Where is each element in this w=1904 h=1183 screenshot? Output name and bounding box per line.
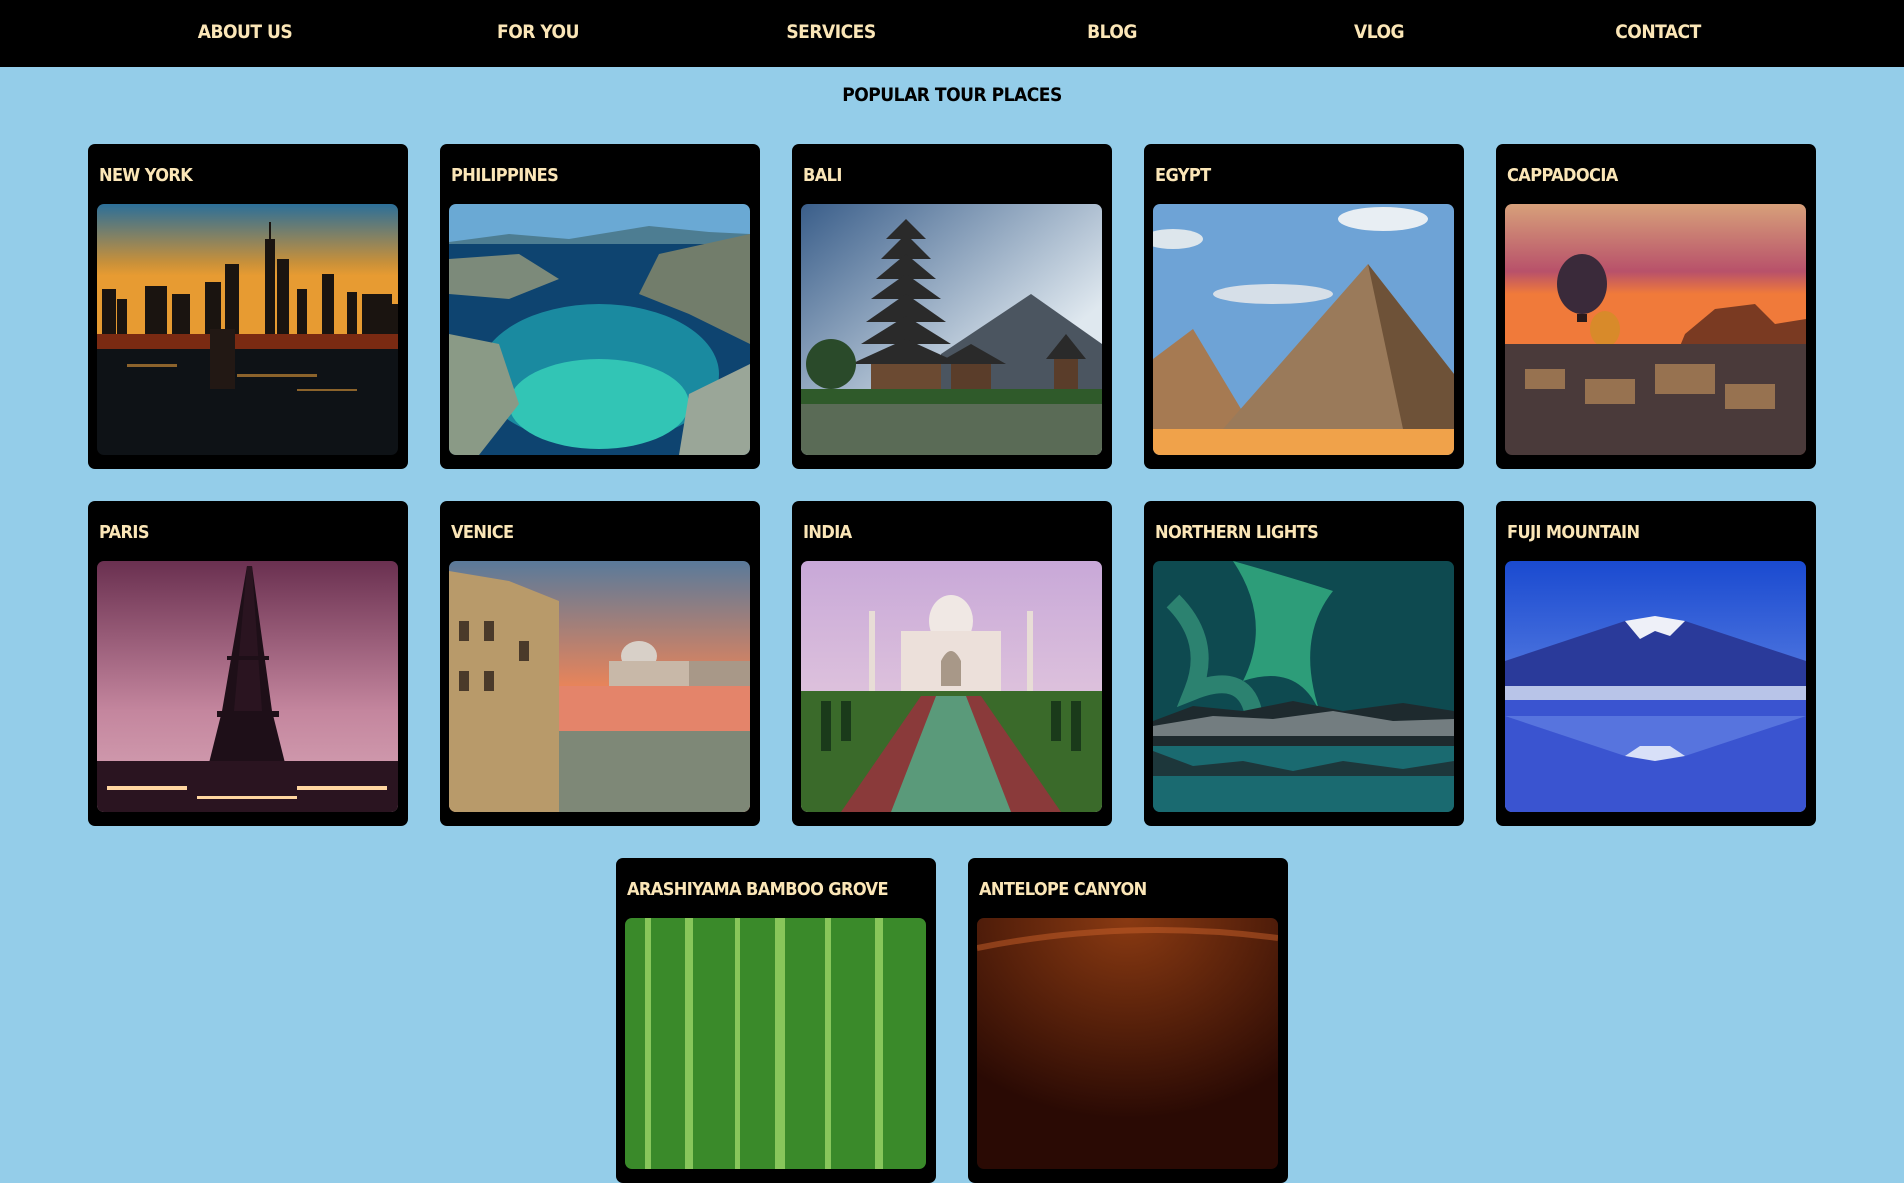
card-title: INDIA xyxy=(803,522,852,543)
antelope-canyon-image xyxy=(977,918,1278,1169)
tour-card-paris[interactable]: PARIS xyxy=(88,501,408,826)
tour-card-venice[interactable]: VENICE xyxy=(440,501,760,826)
nav-about-us[interactable]: ABOUT US xyxy=(198,21,293,43)
egypt-pyramids-image xyxy=(1153,204,1454,455)
card-title: ANTELOPE CANYON xyxy=(979,879,1147,900)
nav-vlog[interactable]: VLOG xyxy=(1354,21,1405,43)
tour-card-bali[interactable]: BALI xyxy=(792,144,1112,469)
tour-card-arashiyama-bamboo-grove[interactable]: ARASHIYAMA BAMBOO GROVE xyxy=(616,858,936,1183)
card-title: PHILIPPINES xyxy=(451,165,559,186)
nav-contact[interactable]: CONTACT xyxy=(1615,21,1701,43)
tour-card-india[interactable]: INDIA xyxy=(792,501,1112,826)
nav-blog[interactable]: BLOG xyxy=(1087,21,1137,43)
nav-services[interactable]: SERVICES xyxy=(786,21,876,43)
mount-fuji-image xyxy=(1505,561,1806,812)
paris-eiffel-tower-image xyxy=(97,561,398,812)
card-title: NORTHERN LIGHTS xyxy=(1155,522,1319,543)
cappadocia-balloons-image xyxy=(1505,204,1806,455)
tour-card-new-york[interactable]: NEW YORK xyxy=(88,144,408,469)
tour-card-antelope-canyon[interactable]: ANTELOPE CANYON xyxy=(968,858,1288,1183)
card-title: EGYPT xyxy=(1155,165,1211,186)
aurora-image xyxy=(1153,561,1454,812)
tour-card-egypt[interactable]: EGYPT xyxy=(1144,144,1464,469)
nav-for-you[interactable]: FOR YOU xyxy=(497,21,579,43)
top-navbar: ABOUT US FOR YOU SERVICES BLOG VLOG CONT… xyxy=(0,0,1904,67)
card-title: CAPPADOCIA xyxy=(1507,165,1618,186)
tour-card-philippines[interactable]: PHILIPPINES xyxy=(440,144,760,469)
bali-temple-image xyxy=(801,204,1102,455)
bamboo-grove-image xyxy=(625,918,926,1169)
card-title: NEW YORK xyxy=(99,165,193,186)
tour-card-cappadocia[interactable]: CAPPADOCIA xyxy=(1496,144,1816,469)
tour-card-northern-lights[interactable]: NORTHERN LIGHTS xyxy=(1144,501,1464,826)
section-title: POPULAR TOUR PLACES xyxy=(842,84,1062,106)
card-title: BALI xyxy=(803,165,842,186)
card-title: PARIS xyxy=(99,522,150,543)
new-york-skyline-image xyxy=(97,204,398,455)
taj-mahal-image xyxy=(801,561,1102,812)
card-title: ARASHIYAMA BAMBOO GROVE xyxy=(627,879,889,900)
philippines-lagoon-image xyxy=(449,204,750,455)
card-title: VENICE xyxy=(451,522,514,543)
venice-canal-image xyxy=(449,561,750,812)
card-title: FUJI MOUNTAIN xyxy=(1507,522,1640,543)
tour-card-fuji-mountain[interactable]: FUJI MOUNTAIN xyxy=(1496,501,1816,826)
